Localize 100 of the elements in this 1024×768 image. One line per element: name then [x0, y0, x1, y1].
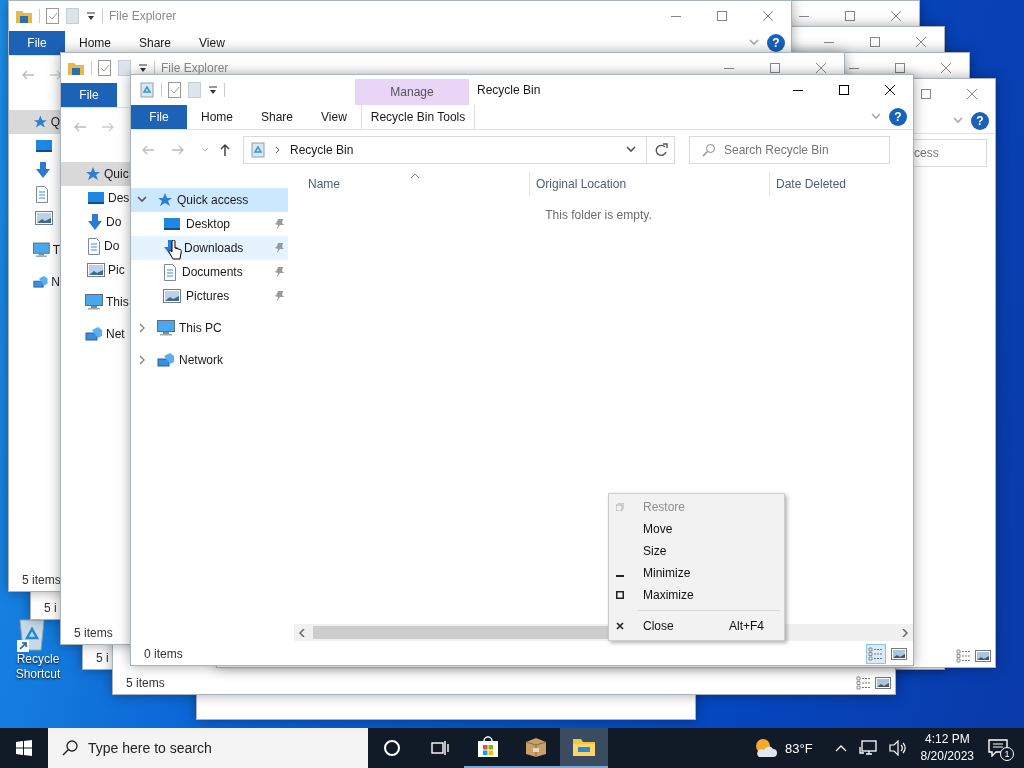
network-icon — [85, 326, 103, 342]
nav-item[interactable]: Quic — [61, 162, 131, 186]
help-button[interactable]: ? — [889, 108, 907, 126]
file-tab[interactable]: File — [9, 31, 65, 55]
task-view-icon[interactable] — [431, 740, 449, 756]
nav-item[interactable]: Q — [9, 110, 60, 134]
dropdown-arrow-icon[interactable] — [138, 62, 148, 74]
restore-icon — [616, 503, 624, 511]
close-button[interactable] — [885, 85, 895, 95]
notification-count-badge[interactable]: 1 — [1000, 747, 1014, 761]
refresh-icon — [653, 143, 668, 157]
file-tab[interactable]: File — [131, 105, 187, 129]
window-title: File Explorer — [161, 61, 229, 75]
network-icon — [33, 274, 49, 290]
help-button[interactable]: ? — [767, 34, 785, 52]
shopping-bag-icon[interactable] — [477, 736, 499, 758]
notification-bubble-icon[interactable] — [988, 739, 1008, 757]
picture-icon — [87, 263, 105, 277]
windows-logo-start-icon[interactable] — [16, 740, 32, 756]
nav-item[interactable]: Quick access — [131, 188, 288, 212]
nav-item[interactable]: Do — [61, 210, 131, 234]
large-icons-view-icon[interactable] — [891, 647, 907, 661]
nav-item[interactable]: Pictures — [131, 284, 288, 308]
nav-item[interactable]: N — [9, 270, 60, 294]
weather-sun-cloud-icon[interactable] — [753, 737, 777, 759]
computer-icon — [85, 294, 103, 310]
nav-item[interactable]: Pic — [61, 258, 131, 282]
temperature-text[interactable]: 83°F — [785, 740, 813, 756]
checklist-icon — [168, 82, 182, 98]
nav-item[interactable]: Net — [61, 322, 131, 346]
folder-icon[interactable] — [572, 737, 596, 757]
ribbon-tab[interactable]: View — [307, 105, 361, 129]
show-hidden-icons-chevron-icon[interactable] — [834, 744, 847, 752]
help-button[interactable]: ? — [971, 112, 989, 130]
status-text: 0 items — [144, 647, 183, 661]
nav-item[interactable]: Do — [61, 234, 131, 258]
column-header[interactable]: Name — [294, 172, 530, 196]
close-icon — [616, 622, 624, 630]
menu-item[interactable]: Minimize — [609, 562, 784, 584]
network-monitor-icon[interactable] — [858, 740, 877, 756]
search-field[interactable]: cess — [911, 139, 987, 167]
expand-chevron-icon[interactable] — [137, 322, 147, 334]
document-icon — [163, 263, 177, 281]
file-tab[interactable]: File — [61, 83, 117, 107]
speaker-icon[interactable] — [888, 740, 907, 756]
status-text: 5 items — [126, 676, 165, 690]
search-field[interactable]: Search Recycle Bin — [724, 137, 889, 163]
breadcrumb-item[interactable]: Recycle Bin — [290, 143, 354, 157]
details-view-icon[interactable] — [856, 676, 872, 690]
column-header[interactable]: Date Deleted — [770, 172, 913, 196]
scroll-right-icon[interactable] — [902, 628, 908, 637]
details-view-icon[interactable] — [868, 647, 884, 661]
dropdown-arrow-icon[interactable] — [86, 10, 96, 22]
menu-item[interactable]: Close Alt+F4 — [609, 615, 784, 637]
dropdown-arrow-icon[interactable] — [208, 84, 218, 96]
address-bar[interactable]: Recycle Bin — [243, 136, 647, 164]
desktop-icon-label[interactable]: Recycle Shortcut — [7, 652, 69, 682]
details-view-icon[interactable] — [956, 649, 972, 663]
package-box-icon[interactable] — [525, 737, 547, 757]
up-arrow-icon[interactable] — [219, 143, 231, 157]
column-header[interactable]: Original Location — [530, 172, 770, 196]
nav-item[interactable]: Desktop — [131, 212, 288, 236]
nav-item[interactable]: Des — [61, 186, 131, 210]
search-icon — [702, 143, 716, 157]
menu-item[interactable]: Maximize — [609, 584, 784, 606]
nav-item[interactable]: Downloads — [131, 236, 288, 260]
nav-item[interactable]: Documents — [131, 260, 288, 284]
nav-item[interactable]: This — [61, 290, 131, 314]
search-box[interactable]: Search Recycle Bin — [689, 136, 890, 164]
scroll-left-icon[interactable] — [299, 628, 305, 637]
large-icons-view-icon[interactable] — [875, 676, 891, 690]
ribbon-tab[interactable]: View — [185, 31, 239, 55]
clock-date[interactable]: 8/20/2023 — [920, 748, 974, 765]
picture-icon — [35, 211, 53, 225]
window-title: Recycle Bin — [476, 83, 541, 97]
large-icons-view-icon[interactable] — [975, 649, 991, 663]
recycle-bin-icon[interactable] — [17, 616, 47, 652]
nav-item[interactable]: This PC — [131, 316, 288, 340]
desktop-icon — [35, 139, 53, 153]
status-text: 5 i — [96, 651, 109, 665]
clock-time[interactable]: 4:12 PM — [920, 731, 974, 748]
nav-item[interactable]: T — [9, 238, 60, 262]
menu-item[interactable]: Move — [609, 518, 784, 540]
status-text: 5 items — [22, 573, 61, 587]
maximize-button[interactable] — [839, 85, 849, 95]
ribbon-tab[interactable]: Home — [187, 105, 247, 129]
breadcrumb-chevron-icon[interactable] — [274, 145, 282, 155]
nav-item[interactable]: Network — [131, 348, 288, 372]
expand-chevron-icon[interactable] — [137, 354, 147, 366]
computer-icon — [33, 242, 50, 258]
cortana-circle-icon[interactable] — [383, 739, 401, 757]
search-icon — [62, 740, 78, 756]
ribbon-tab[interactable]: Share — [125, 31, 186, 55]
status-text: 5 i — [44, 601, 57, 615]
context-tab-header: Manage — [355, 79, 469, 105]
desktop-icon — [163, 217, 181, 231]
ribbon-tab[interactable]: Home — [65, 31, 125, 55]
ribbon-tab[interactable]: Share — [247, 105, 308, 129]
menu-item[interactable]: Size — [609, 540, 784, 562]
folder-icon — [15, 8, 33, 24]
